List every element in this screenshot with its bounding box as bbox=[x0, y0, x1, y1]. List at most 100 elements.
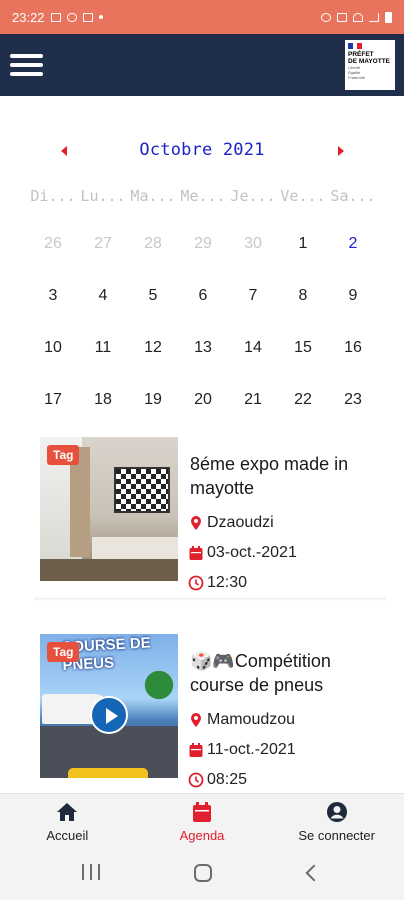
calendar-day[interactable]: 3 bbox=[28, 270, 78, 322]
nav-accueil[interactable]: Accueil bbox=[0, 794, 135, 847]
app-bar: PRÉFET DE MAYOTTE Liberté Égalité Frater… bbox=[0, 34, 404, 96]
calendar-day[interactable]: 20 bbox=[178, 374, 228, 426]
calendar-day[interactable]: 11 bbox=[78, 322, 128, 374]
nav-se-connecter[interactable]: Se connecter bbox=[269, 794, 404, 847]
hamburger-menu-icon[interactable] bbox=[10, 52, 43, 78]
cloud-icon bbox=[66, 12, 77, 22]
status-time: 23:22 bbox=[12, 9, 45, 25]
weekday-row: Di... Lu... Ma... Me... Je... Ve... Sa..… bbox=[28, 187, 378, 205]
event-date-text: 11-oct.-2021 bbox=[207, 741, 296, 758]
event-date: 03-oct.-2021 bbox=[188, 544, 297, 562]
calendar-day[interactable]: 18 bbox=[78, 374, 128, 426]
event-date: 11-oct.-2021 bbox=[188, 741, 296, 759]
calendar-day[interactable]: 6 bbox=[178, 270, 228, 322]
event-title: 8éme expo made in mayotte bbox=[190, 454, 349, 498]
screenshot-icon bbox=[82, 12, 93, 22]
event-date-text: 03-oct.-2021 bbox=[207, 544, 297, 561]
event-tag: Tag bbox=[47, 445, 80, 465]
alarm-icon bbox=[321, 12, 331, 22]
weekday-label: Lu... bbox=[80, 187, 126, 205]
calendar-day[interactable]: 1 bbox=[278, 218, 328, 270]
system-home-icon[interactable] bbox=[194, 864, 212, 882]
nav-label: Se connecter bbox=[298, 828, 375, 843]
home-icon bbox=[57, 803, 78, 821]
nav-label: Accueil bbox=[46, 828, 89, 843]
play-icon[interactable] bbox=[90, 696, 128, 734]
logo-line2: DE MAYOTTE bbox=[348, 58, 391, 65]
calendar-icon bbox=[189, 743, 203, 757]
calendar-icon bbox=[189, 546, 203, 560]
event-tag: Tag bbox=[47, 642, 80, 662]
event-thumbnail: COURSE DE PNEUS Tag bbox=[40, 634, 178, 778]
account-icon bbox=[326, 802, 347, 822]
calendar-day[interactable]: 4 bbox=[78, 270, 128, 322]
event-time-text: 12:30 bbox=[207, 574, 248, 591]
event-time-text: 08:25 bbox=[207, 771, 248, 788]
calendar-day[interactable]: 7 bbox=[228, 270, 278, 322]
calendar-day[interactable]: 10 bbox=[28, 322, 78, 374]
weekday-label: Je... bbox=[230, 187, 276, 205]
calendar-grid: 26 27 28 29 30 1 2 3 4 5 6 7 8 9 10 11 12 13 14 15 16 17 18 19 2… bbox=[28, 218, 378, 426]
system-navigation-bar bbox=[0, 847, 404, 900]
calendar-day[interactable]: 16 bbox=[328, 322, 378, 374]
weekday-label: Di... bbox=[30, 187, 76, 205]
event-location: Mamoudzou bbox=[188, 711, 295, 729]
event-time: 12:30 bbox=[188, 574, 247, 592]
clock-icon bbox=[188, 772, 204, 788]
calendar-day[interactable]: 30 bbox=[228, 218, 278, 270]
calendar-icon bbox=[193, 802, 211, 822]
logo-line1: PRÉFET bbox=[348, 51, 374, 58]
calendar-day[interactable]: 17 bbox=[28, 374, 78, 426]
location-pin-icon bbox=[191, 713, 201, 727]
more-notifications-icon bbox=[98, 15, 103, 19]
calendar-day[interactable]: 29 bbox=[178, 218, 228, 270]
prefet-mayotte-logo: PRÉFET DE MAYOTTE Liberté Égalité Frater… bbox=[345, 40, 395, 90]
mute-icon bbox=[337, 12, 347, 22]
calendar-day[interactable]: 15 bbox=[278, 322, 328, 374]
nav-label: Agenda bbox=[179, 828, 225, 843]
event-title: 🎲🎮Compétition course de pneus bbox=[190, 651, 331, 695]
event-location-text: Mamoudzou bbox=[207, 711, 296, 728]
notification-icons bbox=[50, 12, 103, 22]
calendar-header: Octobre 2021 bbox=[0, 138, 404, 166]
event-location: Dzaoudzi bbox=[188, 514, 274, 532]
image-icon bbox=[50, 12, 61, 22]
calendar-day[interactable]: 2 bbox=[328, 218, 378, 270]
calendar-day[interactable]: 27 bbox=[78, 218, 128, 270]
calendar-day[interactable]: 8 bbox=[278, 270, 328, 322]
logo-motto3: Fraternité bbox=[348, 75, 366, 80]
back-icon[interactable] bbox=[305, 864, 323, 882]
weekday-label: Ma... bbox=[130, 187, 176, 205]
clock-icon bbox=[188, 575, 204, 591]
event-card[interactable]: Tag 8éme expo made in mayotte Dzaoudzi 0… bbox=[34, 437, 386, 601]
event-time: 08:25 bbox=[188, 771, 247, 789]
event-location-text: Dzaoudzi bbox=[207, 514, 274, 531]
location-pin-icon bbox=[191, 516, 201, 530]
calendar-day[interactable]: 22 bbox=[278, 374, 328, 426]
status-bar: 23:22 bbox=[0, 0, 404, 34]
calendar-day[interactable]: 14 bbox=[228, 322, 278, 374]
calendar-day[interactable]: 28 bbox=[128, 218, 178, 270]
wifi-icon bbox=[353, 12, 363, 22]
system-icons bbox=[321, 11, 392, 23]
french-flag-icon bbox=[348, 43, 363, 49]
nav-agenda[interactable]: Agenda bbox=[135, 794, 270, 847]
weekday-label: Me... bbox=[180, 187, 226, 205]
battery-icon bbox=[385, 11, 392, 23]
calendar-day[interactable]: 26 bbox=[28, 218, 78, 270]
signal-icon bbox=[369, 12, 379, 22]
next-month-icon[interactable] bbox=[338, 146, 344, 156]
event-card[interactable]: COURSE DE PNEUS Tag 🎲🎮Compétition course… bbox=[34, 634, 386, 798]
calendar-day[interactable]: 9 bbox=[328, 270, 378, 322]
bottom-navigation: Accueil Agenda Se connecter bbox=[0, 793, 404, 847]
calendar-day[interactable]: 19 bbox=[128, 374, 178, 426]
calendar-day[interactable]: 21 bbox=[228, 374, 278, 426]
calendar-day[interactable]: 5 bbox=[128, 270, 178, 322]
weekday-label: Sa... bbox=[330, 187, 376, 205]
event-thumbnail: Tag bbox=[40, 437, 178, 581]
calendar-day[interactable]: 12 bbox=[128, 322, 178, 374]
recents-icon[interactable] bbox=[82, 864, 100, 882]
weekday-label: Ve... bbox=[280, 187, 326, 205]
calendar-day[interactable]: 23 bbox=[328, 374, 378, 426]
calendar-day[interactable]: 13 bbox=[178, 322, 228, 374]
